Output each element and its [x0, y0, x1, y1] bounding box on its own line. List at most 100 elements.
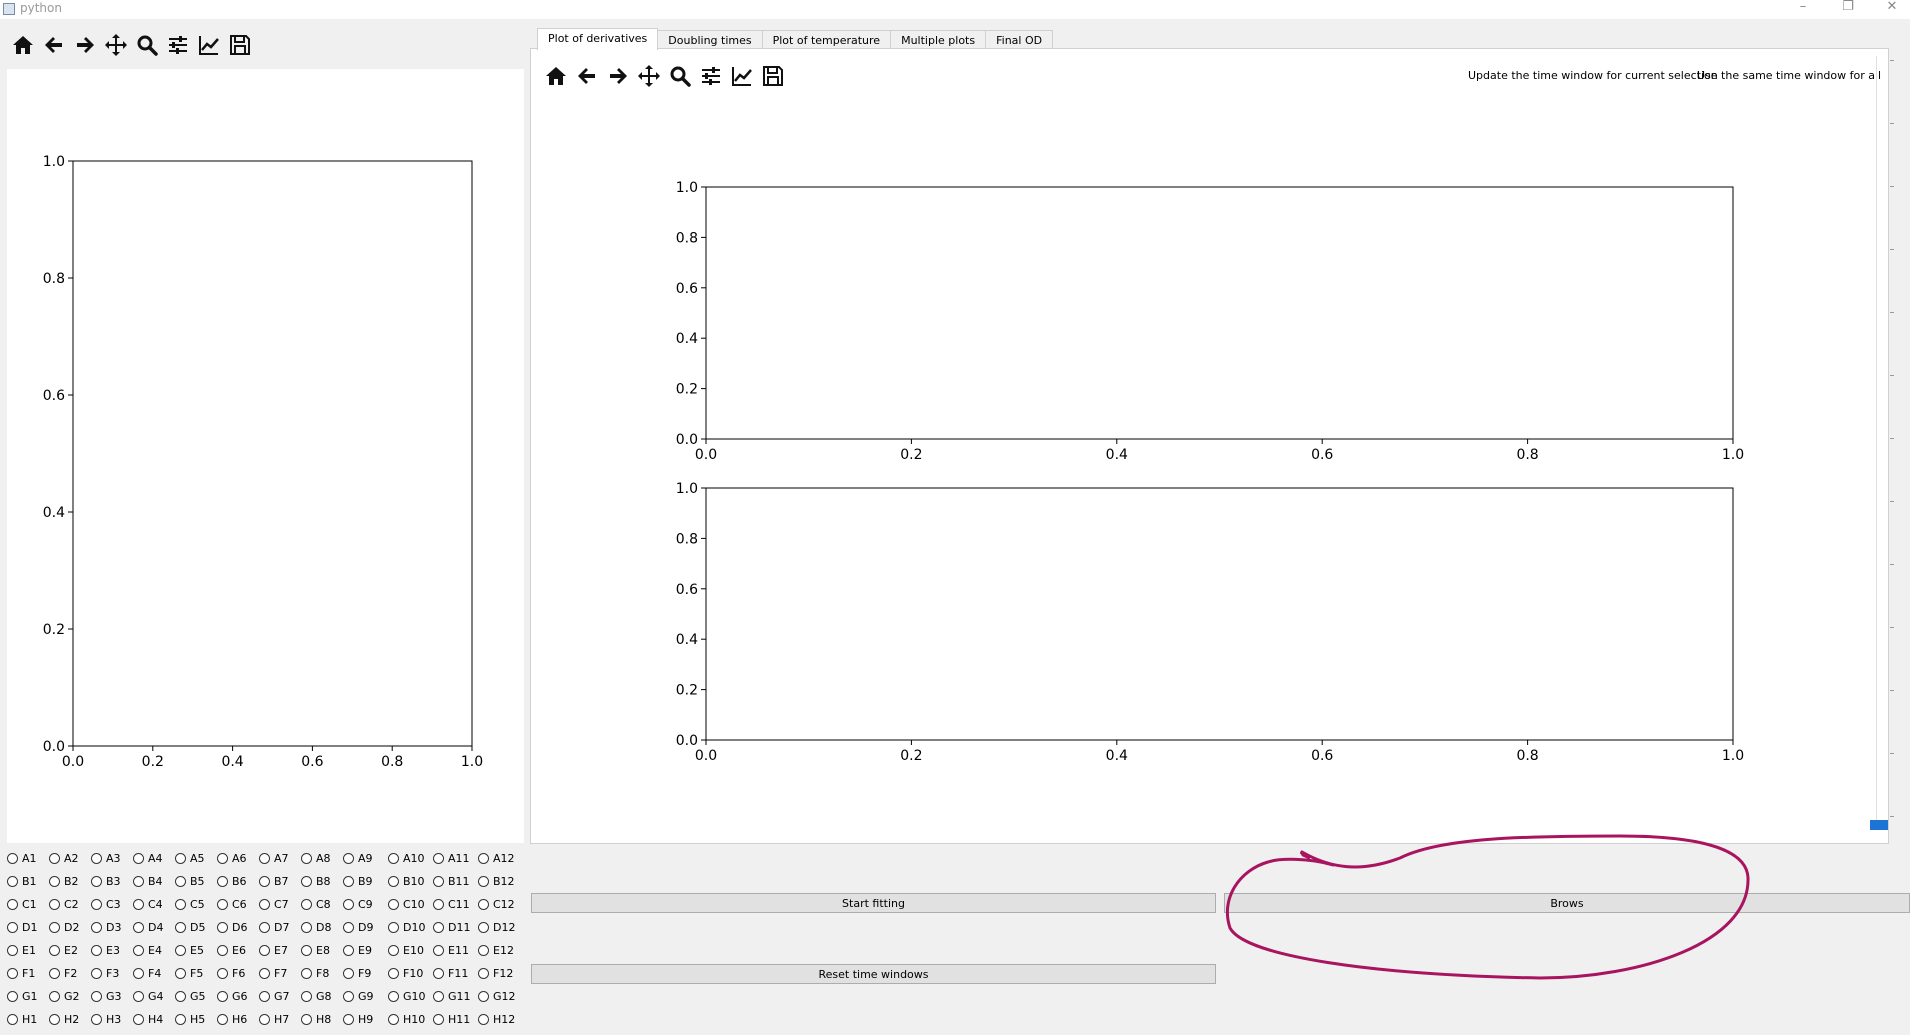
forward-arrow-icon[interactable] — [72, 32, 98, 58]
tab-final-od[interactable]: Final OD — [985, 30, 1054, 50]
radio-button[interactable] — [388, 899, 399, 910]
well-radio-d7[interactable]: D7 — [259, 921, 289, 934]
well-radio-f6[interactable]: F6 — [217, 967, 245, 980]
well-radio-c8[interactable]: C8 — [301, 898, 331, 911]
well-radio-d6[interactable]: D6 — [217, 921, 247, 934]
radio-button[interactable] — [301, 876, 312, 887]
radio-button[interactable] — [478, 876, 489, 887]
radio-button[interactable] — [388, 991, 399, 1002]
well-radio-h2[interactable]: H2 — [49, 1013, 79, 1026]
radio-button[interactable] — [343, 991, 354, 1002]
radio-button[interactable] — [133, 1014, 144, 1025]
well-radio-e1[interactable]: E1 — [7, 944, 36, 957]
radio-button[interactable] — [91, 922, 102, 933]
radio-button[interactable] — [388, 1014, 399, 1025]
well-radio-b4[interactable]: B4 — [133, 875, 163, 888]
well-radio-a12[interactable]: A12 — [478, 852, 515, 865]
well-radio-h9[interactable]: H9 — [343, 1013, 373, 1026]
reset-time-windows-button[interactable]: Reset time windows — [531, 964, 1216, 984]
radio-button[interactable] — [7, 968, 18, 979]
well-radio-b12[interactable]: B12 — [478, 875, 515, 888]
radio-button[interactable] — [433, 853, 444, 864]
radio-button[interactable] — [49, 922, 60, 933]
well-radio-d5[interactable]: D5 — [175, 921, 205, 934]
radio-button[interactable] — [388, 922, 399, 933]
radio-button[interactable] — [301, 1014, 312, 1025]
radio-button[interactable] — [343, 853, 354, 864]
well-radio-e10[interactable]: E10 — [388, 944, 424, 957]
well-radio-h12[interactable]: H12 — [478, 1013, 515, 1026]
tab-plot-of-temperature[interactable]: Plot of temperature — [761, 30, 892, 50]
well-radio-e9[interactable]: E9 — [343, 944, 372, 957]
well-radio-a1[interactable]: A1 — [7, 852, 37, 865]
radio-button[interactable] — [478, 1014, 489, 1025]
back-arrow-icon[interactable] — [41, 32, 67, 58]
radio-button[interactable] — [433, 945, 444, 956]
slider-handle[interactable] — [1870, 820, 1888, 830]
radio-button[interactable] — [433, 1014, 444, 1025]
radio-button[interactable] — [175, 945, 186, 956]
radio-button[interactable] — [217, 945, 228, 956]
well-radio-b9[interactable]: B9 — [343, 875, 373, 888]
well-radio-a5[interactable]: A5 — [175, 852, 205, 865]
radio-button[interactable] — [133, 899, 144, 910]
well-radio-g10[interactable]: G10 — [388, 990, 426, 1003]
pan-icon[interactable] — [636, 63, 662, 89]
well-radio-c1[interactable]: C1 — [7, 898, 37, 911]
well-radio-a2[interactable]: A2 — [49, 852, 79, 865]
radio-button[interactable] — [91, 899, 102, 910]
radio-button[interactable] — [49, 968, 60, 979]
well-radio-a8[interactable]: A8 — [301, 852, 331, 865]
well-radio-d9[interactable]: D9 — [343, 921, 373, 934]
radio-button[interactable] — [7, 899, 18, 910]
well-radio-e8[interactable]: E8 — [301, 944, 330, 957]
well-radio-e5[interactable]: E5 — [175, 944, 204, 957]
well-radio-f5[interactable]: F5 — [175, 967, 203, 980]
radio-button[interactable] — [301, 853, 312, 864]
radio-button[interactable] — [91, 1014, 102, 1025]
well-radio-h3[interactable]: H3 — [91, 1013, 121, 1026]
well-radio-b5[interactable]: B5 — [175, 875, 205, 888]
radio-button[interactable] — [478, 945, 489, 956]
tab-plot-of-derivatives[interactable]: Plot of derivatives — [537, 28, 659, 50]
zoom-icon[interactable] — [134, 32, 160, 58]
radio-button[interactable] — [301, 968, 312, 979]
save-icon[interactable] — [760, 63, 786, 89]
well-radio-e7[interactable]: E7 — [259, 944, 288, 957]
well-radio-g12[interactable]: G12 — [478, 990, 516, 1003]
back-arrow-icon[interactable] — [574, 63, 600, 89]
well-radio-d1[interactable]: D1 — [7, 921, 37, 934]
tab-doubling-times[interactable]: Doubling times — [657, 30, 763, 50]
well-radio-g4[interactable]: G4 — [133, 990, 164, 1003]
radio-button[interactable] — [49, 853, 60, 864]
well-radio-g5[interactable]: G5 — [175, 990, 206, 1003]
radio-button[interactable] — [343, 968, 354, 979]
well-radio-d8[interactable]: D8 — [301, 921, 331, 934]
well-radio-b11[interactable]: B11 — [433, 875, 470, 888]
well-radio-g9[interactable]: G9 — [343, 990, 374, 1003]
pan-icon[interactable] — [103, 32, 129, 58]
radio-button[interactable] — [478, 991, 489, 1002]
well-radio-g8[interactable]: G8 — [301, 990, 332, 1003]
well-radio-e3[interactable]: E3 — [91, 944, 120, 957]
well-radio-b6[interactable]: B6 — [217, 875, 247, 888]
well-radio-f9[interactable]: F9 — [343, 967, 371, 980]
radio-button[interactable] — [91, 876, 102, 887]
well-radio-d12[interactable]: D12 — [478, 921, 515, 934]
well-radio-c10[interactable]: C10 — [388, 898, 425, 911]
well-radio-c2[interactable]: C2 — [49, 898, 79, 911]
well-radio-h8[interactable]: H8 — [301, 1013, 331, 1026]
radio-button[interactable] — [49, 899, 60, 910]
radio-button[interactable] — [49, 991, 60, 1002]
radio-button[interactable] — [433, 876, 444, 887]
well-radio-b10[interactable]: B10 — [388, 875, 425, 888]
vertical-slider-track[interactable] — [1876, 56, 1877, 826]
radio-button[interactable] — [7, 853, 18, 864]
radio-button[interactable] — [301, 922, 312, 933]
well-radio-e11[interactable]: E11 — [433, 944, 469, 957]
radio-button[interactable] — [91, 968, 102, 979]
configure-subplots-icon[interactable] — [698, 63, 724, 89]
radio-button[interactable] — [388, 945, 399, 956]
well-radio-c3[interactable]: C3 — [91, 898, 121, 911]
well-radio-f11[interactable]: F11 — [433, 967, 468, 980]
